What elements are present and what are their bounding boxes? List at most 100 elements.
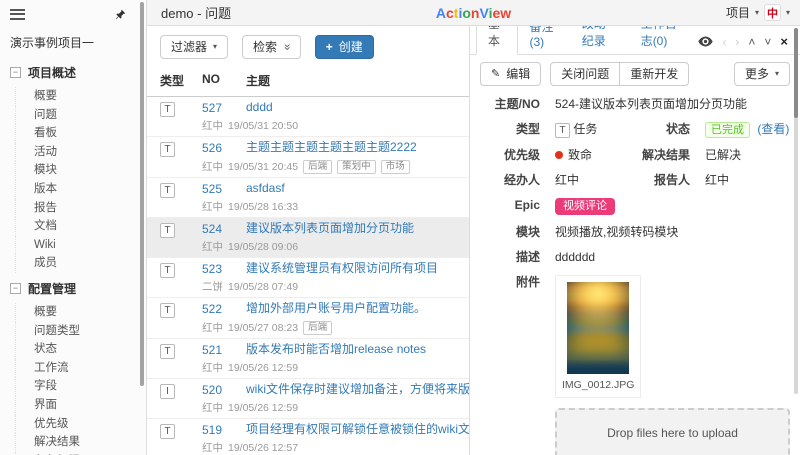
issue-subject-link[interactable]: 建议版本列表页面增加分页功能: [246, 222, 463, 235]
detail-tab-0[interactable]: 基本: [476, 26, 518, 55]
hamburger-menu-icon[interactable]: [10, 6, 25, 22]
prev-issue-icon[interactable]: ‹: [722, 36, 726, 48]
sidebar-section-header[interactable]: − 项目概述: [0, 57, 146, 87]
issue-meta: 二饼 19/05/28 07:49: [202, 281, 463, 294]
collapse-icon[interactable]: −: [10, 282, 21, 294]
sidebar-item[interactable]: 解决结果: [15, 433, 146, 452]
issue-no-link[interactable]: 519: [202, 423, 222, 437]
issue-row[interactable]: T 523 建议系统管理员有权限访问所有项目 二饼 19/05/28 07:49: [147, 258, 469, 298]
more-button[interactable]: 更多 ▾: [733, 62, 790, 86]
detail-tab-2[interactable]: 改动纪录: [570, 26, 629, 55]
page-title: demo - 问题: [161, 6, 232, 21]
issue-row[interactable]: T 522 增加外部用户账号用户配置功能。 红中 19/05/27 08:23 …: [147, 298, 469, 339]
issue-subject-link[interactable]: wiki文件保存时建议增加备注，方便将来版本查看: [246, 383, 469, 396]
close-issue-button[interactable]: 关闭问题: [550, 62, 621, 86]
assignee-label: 经办人: [503, 173, 540, 187]
issue-no-link[interactable]: 521: [202, 343, 222, 357]
upload-dropzone[interactable]: Drop files here to upload: [555, 408, 790, 455]
sidebar-item[interactable]: 文档: [15, 217, 146, 236]
brand-letter: o: [462, 4, 471, 21]
detail-scrollbar-thumb[interactable]: [794, 28, 798, 118]
issue-detail-panel: 基本备注(3)改动纪录工作日志(0) ‹ › ˄ ˅ × ✎ 编辑 关闭问题 重…: [470, 26, 800, 455]
pencil-icon: ✎: [491, 68, 501, 80]
detail-actions: ✎ 编辑 关闭问题 重新开发 更多 ▾: [470, 55, 800, 93]
watch-eye-icon[interactable]: [698, 36, 713, 47]
expand-down-icon[interactable]: ˅: [764, 36, 771, 48]
issue-subject-link[interactable]: 项目经理有权限可解锁任意被锁住的wiki文件: [246, 423, 469, 436]
top-header: demo - 问题 ActionView 项目 ▾ 中 ▾: [147, 0, 800, 26]
sidebar-item[interactable]: 版本: [15, 179, 146, 199]
issue-meta: 红中 19/05/27 08:23 后端: [202, 321, 463, 335]
issue-row[interactable]: T 526 主题主题主题主题主题主题2222 红中 19/05/31 20:45…: [147, 137, 469, 178]
close-icon[interactable]: ×: [780, 35, 788, 48]
brand-letter: n: [470, 4, 480, 21]
project-menu[interactable]: 项目: [726, 4, 750, 21]
issue-row[interactable]: T 525 asfdasf 红中 19/05/28 16:33: [147, 178, 469, 218]
project-name[interactable]: 演示事例项目一: [0, 26, 146, 57]
issue-no-link[interactable]: 523: [202, 262, 222, 276]
issue-no-link[interactable]: 525: [202, 182, 222, 196]
issue-no-link[interactable]: 520: [202, 383, 222, 397]
edit-button[interactable]: ✎ 编辑: [480, 62, 542, 86]
issue-no-link[interactable]: 527: [202, 101, 222, 115]
sidebar-item[interactable]: 字段: [15, 377, 146, 396]
user-avatar[interactable]: 中: [763, 4, 781, 21]
collapse-up-icon[interactable]: ˄: [748, 36, 755, 48]
search-button[interactable]: 检索 «: [242, 35, 301, 59]
status-view-link[interactable]: (查看): [757, 122, 789, 136]
issue-meta: 红中 19/05/28 09:06: [202, 241, 463, 254]
issue-row[interactable]: I 520 wiki文件保存时建议增加备注，方便将来版本查看 红中 19/05/…: [147, 379, 469, 419]
sidebar-item[interactable]: 概要: [15, 87, 146, 106]
sidebar-item[interactable]: 概要: [15, 302, 146, 322]
sidebar-item[interactable]: Wiki: [15, 235, 146, 255]
next-issue-icon[interactable]: ›: [735, 36, 739, 48]
sidebar-item[interactable]: 报告: [15, 198, 146, 218]
issue-reporter: 红中: [202, 362, 223, 374]
issue-subject-link[interactable]: 主题主题主题主题主题主题2222: [246, 141, 463, 154]
issue-type-badge: I: [160, 384, 175, 399]
issue-subject-link[interactable]: dddd: [246, 101, 463, 114]
issue-subject-link[interactable]: asfdasf: [246, 182, 463, 195]
attachment-card[interactable]: IMG_0012.JPG: [555, 275, 642, 398]
brand-letter: V: [479, 4, 489, 21]
sidebar-item[interactable]: 模块: [15, 161, 146, 180]
sidebar-item[interactable]: 问题类型: [15, 321, 146, 341]
issue-time: 19/05/26 12:57: [228, 442, 299, 454]
resolution-value: 已解决: [705, 148, 742, 162]
issue-type-badge: T: [160, 424, 175, 439]
sidebar-item[interactable]: 界面: [15, 395, 146, 415]
detail-tab-3[interactable]: 工作日志(0): [629, 26, 699, 55]
create-button[interactable]: + 创建: [314, 35, 374, 59]
sidebar-item[interactable]: 成员: [15, 254, 146, 273]
sidebar-item[interactable]: 问题: [15, 105, 146, 125]
sidebar-item[interactable]: 工作流: [15, 358, 146, 378]
filter-button[interactable]: 过滤器 ▾: [160, 35, 229, 59]
detail-tab-1[interactable]: 备注(3): [518, 26, 570, 55]
issue-row[interactable]: T 519 项目经理有权限可解锁任意被锁住的wiki文件 红中 19/05/26…: [147, 419, 469, 455]
issue-subject-link[interactable]: 建议系统管理员有权限访问所有项目: [246, 262, 463, 275]
issue-row[interactable]: T 521 版本发布时能否增加release notes 红中 19/05/26…: [147, 339, 469, 379]
module-label: 模块: [515, 225, 540, 239]
sidebar-item[interactable]: 优先级: [15, 414, 146, 434]
issue-subject-link[interactable]: 版本发布时能否增加release notes: [246, 343, 463, 356]
issue-no-link[interactable]: 522: [202, 302, 222, 316]
chevron-down-icon: ▾: [785, 8, 790, 17]
sidebar-scrollbar[interactable]: [140, 2, 144, 386]
collapse-icon[interactable]: −: [10, 67, 21, 78]
issue-row[interactable]: T 524 建议版本列表页面增加分页功能 红中 19/05/28 09:06: [147, 218, 469, 258]
issue-subject-link[interactable]: 增加外部用户账号用户配置功能。: [246, 302, 463, 315]
issue-meta: 红中 19/05/26 12:57: [202, 442, 469, 455]
sidebar-item[interactable]: 看板: [15, 124, 146, 143]
pin-icon[interactable]: [115, 9, 126, 20]
actionview-logo[interactable]: ActionView: [436, 5, 511, 21]
issue-no-link[interactable]: 526: [202, 141, 222, 155]
issue-time: 19/05/28 16:33: [228, 201, 299, 213]
reopen-button[interactable]: 重新开发: [619, 62, 690, 86]
issue-row[interactable]: T 527 dddd 红中 19/05/31 20:50: [147, 97, 469, 137]
sidebar-item[interactable]: 状态: [15, 340, 146, 359]
issue-no-link[interactable]: 524: [202, 222, 222, 236]
issue-tag: 市场: [380, 160, 410, 174]
sidebar-item[interactable]: 活动: [15, 142, 146, 162]
sidebar-section-header[interactable]: − 配置管理: [0, 273, 146, 303]
priority-dot-icon: [555, 151, 563, 159]
